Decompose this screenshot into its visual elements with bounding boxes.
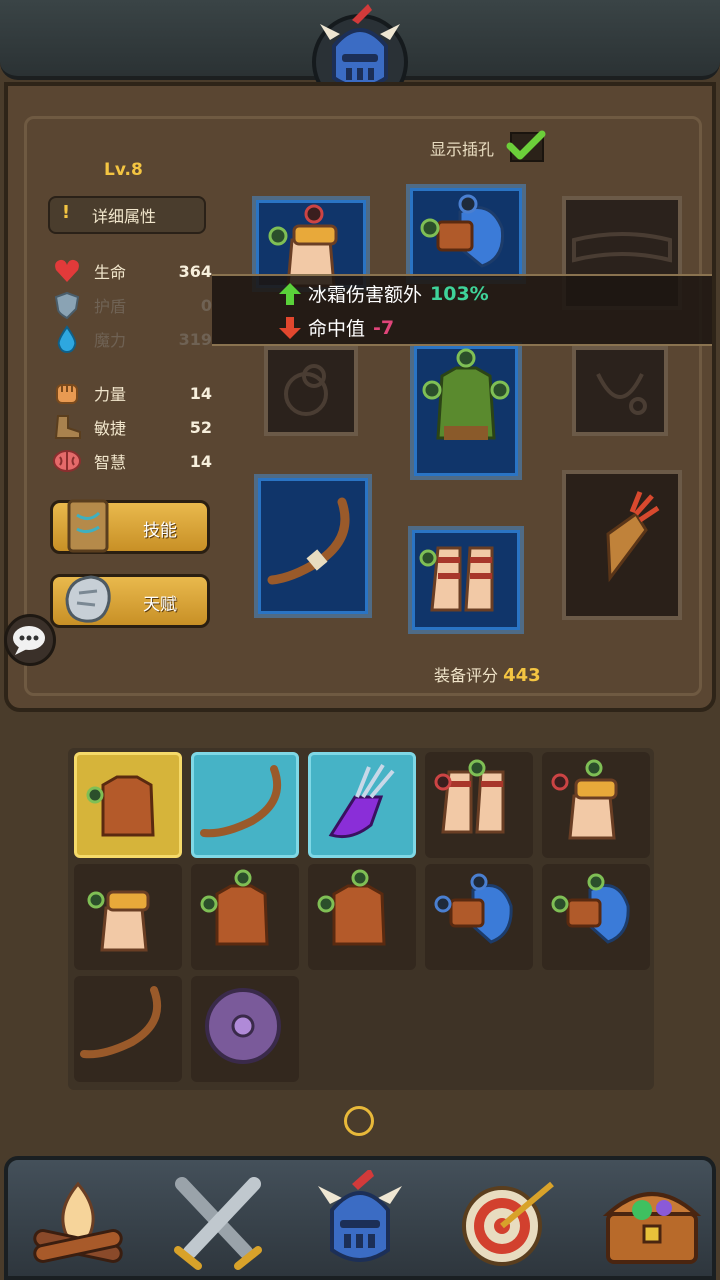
- skill-button[interactable]: 技能: [50, 499, 210, 554]
- inventory-grid: [68, 748, 654, 1090]
- equip-slot-armor[interactable]: [410, 342, 522, 480]
- inventory-item-gloves[interactable]: [542, 752, 650, 858]
- mana-drop-icon: [52, 325, 82, 353]
- stat-value: 14: [189, 451, 212, 471]
- stat-name: 智慧: [94, 453, 127, 472]
- stat-name: 护盾: [94, 297, 127, 316]
- tunic-icon: [317, 869, 386, 946]
- stat-value: 319: [178, 329, 212, 349]
- bow-icon: [267, 497, 350, 585]
- bow-icon: [200, 765, 282, 838]
- score-label: 装备评分: [434, 666, 499, 685]
- glove-icon: [551, 759, 618, 840]
- bottom-nav: [4, 1156, 716, 1280]
- boot-icon: [52, 413, 82, 441]
- armor-vest-icon: [422, 348, 510, 440]
- quiver-icon: [606, 491, 660, 583]
- show-slots-checkbox[interactable]: [506, 130, 546, 162]
- brain-icon: [52, 447, 82, 475]
- stat-hp: 生命 364: [52, 256, 212, 286]
- stat-value: 52: [189, 417, 212, 437]
- talent-button[interactable]: 天赋: [50, 574, 210, 628]
- tooltip-line-frost: 冰霜伤害额外 103%: [278, 280, 489, 307]
- arrow-up-icon: [279, 282, 301, 305]
- round-shield-icon: [205, 988, 281, 1064]
- stat-strength: 力量 14: [52, 378, 212, 408]
- tunic-icon: [86, 775, 155, 837]
- archery-target-icon[interactable]: [448, 1170, 568, 1274]
- amulet-icon: [596, 373, 647, 415]
- page-indicator: [344, 1106, 374, 1136]
- stat-value: 14: [189, 383, 212, 403]
- arrow-down-icon: [279, 316, 301, 339]
- inventory-item-quiver[interactable]: [308, 752, 416, 858]
- skill-label: 技能: [143, 521, 177, 541]
- stat-name: 力量: [94, 385, 127, 404]
- alert-icon: !: [61, 202, 71, 223]
- hero-level: Lv.8: [104, 160, 143, 180]
- equip-slot-amulet-empty[interactable]: [572, 346, 668, 436]
- equip-slot-ring-empty[interactable]: [264, 346, 358, 436]
- stat-agility: 敏捷 52: [52, 412, 212, 442]
- checkmark-icon: [506, 130, 546, 160]
- tooltip-line1-value: 103%: [430, 282, 489, 305]
- inventory-item-tunic[interactable]: [308, 864, 416, 970]
- score-value: 443: [503, 665, 541, 686]
- feather-headdress-icon: [434, 873, 513, 944]
- scroll-icon: [67, 499, 109, 553]
- inventory-item-headdress[interactable]: [542, 864, 650, 970]
- talent-label: 天赋: [143, 595, 177, 615]
- equip-slot-headdress[interactable]: [406, 184, 526, 284]
- fist-icon: [52, 379, 82, 407]
- stat-name: 生命: [94, 263, 127, 282]
- stat-wisdom: 智慧 14: [52, 446, 212, 476]
- stat-name: 魔力: [94, 331, 127, 350]
- equip-slot-boots[interactable]: [408, 526, 524, 634]
- treasure-chest-icon[interactable]: [592, 1170, 712, 1274]
- feather-headdress-icon: [420, 194, 505, 268]
- stat-name: 敏捷: [94, 419, 127, 438]
- inventory-item-tunic[interactable]: [191, 864, 299, 970]
- stat-mana: 魔力 319: [52, 324, 212, 354]
- tooltip-line2-value: -7: [373, 316, 395, 339]
- quiver-icon: [328, 763, 395, 839]
- detail-attributes-label: 详细属性: [92, 207, 157, 226]
- stat-change-tooltip: 冰霜伤害额外 103% 命中值 -7: [212, 274, 712, 346]
- stat-value: 0: [200, 295, 212, 315]
- equip-slot-quiver[interactable]: [562, 470, 682, 620]
- chat-icon: [13, 626, 45, 655]
- inventory-item-bow[interactable]: [74, 976, 182, 1082]
- ring-icon: [284, 364, 328, 416]
- heart-icon: [52, 257, 82, 285]
- inventory-item-gloves[interactable]: [74, 864, 182, 970]
- stat-value: 364: [178, 261, 212, 281]
- campfire-icon[interactable]: [18, 1170, 138, 1274]
- rune-stone-icon: [65, 575, 111, 623]
- stat-shield: 护盾 0: [52, 290, 212, 320]
- tooltip-line1-label: 冰霜伤害额外: [308, 284, 423, 306]
- tooltip-line-accuracy: 命中值 -7: [278, 314, 394, 341]
- inventory-item-shield[interactable]: [191, 976, 299, 1082]
- glove-icon: [87, 890, 150, 952]
- tunic-icon: [200, 869, 269, 946]
- inventory-item-tunic[interactable]: [74, 752, 182, 858]
- inventory-item-bow[interactable]: [191, 752, 299, 858]
- feather-headdress-icon: [551, 873, 630, 944]
- equipment-score: 装备评分 443: [434, 662, 541, 686]
- detail-attributes-button[interactable]: ! 详细属性: [48, 196, 206, 234]
- crossed-swords-icon[interactable]: [158, 1170, 278, 1274]
- chat-button[interactable]: [4, 614, 56, 666]
- tooltip-line2-label: 命中值: [308, 318, 366, 340]
- boots-icon: [419, 546, 494, 612]
- show-slots-label: 显示插孔: [430, 140, 495, 159]
- inventory-item-headdress[interactable]: [425, 864, 533, 970]
- knight-helmet-icon[interactable]: [300, 1170, 420, 1274]
- equip-slot-weapon[interactable]: [254, 474, 372, 618]
- shield-icon: [52, 291, 82, 319]
- boots-icon: [434, 759, 505, 834]
- inventory-item-boots[interactable]: [425, 752, 533, 858]
- bow-icon: [80, 986, 162, 1059]
